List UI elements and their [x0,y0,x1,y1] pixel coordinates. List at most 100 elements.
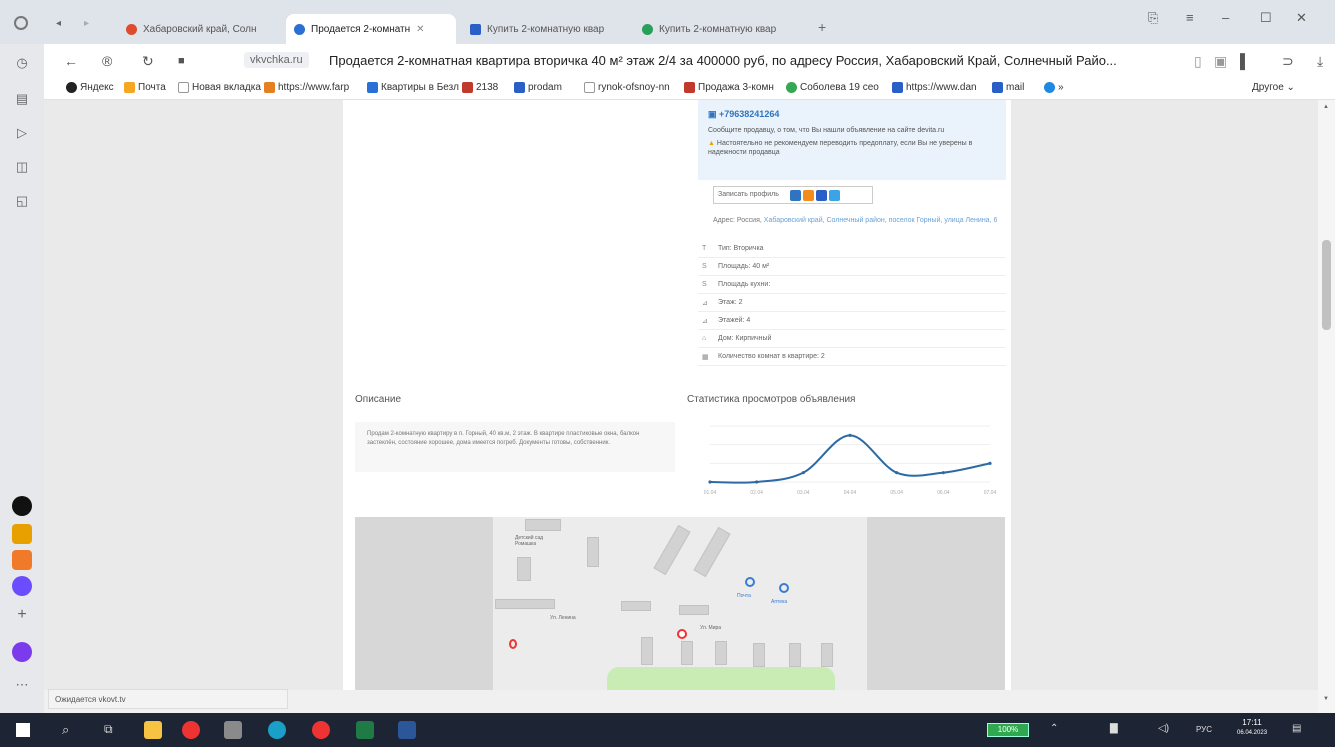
location-pin-icon[interactable] [677,629,687,639]
tab-3[interactable]: Купить 2-комнатную квар [634,14,804,44]
yandex-icon[interactable] [312,721,330,739]
edge-icon[interactable] [268,721,286,739]
ok-icon[interactable] [803,190,814,201]
poi-marker-icon[interactable] [745,577,755,587]
tab-0[interactable]: Хабаровский край, Солн [118,14,280,44]
bookmark-item[interactable]: https://www.dan [892,82,977,93]
url-page-title[interactable]: Продается 2-комнатная квартира вторичка … [329,53,1159,68]
bookmark-item[interactable]: Почта [124,82,166,93]
property-text: Дом: Кирпичный [718,335,772,342]
map-tile-gray [355,517,493,690]
app-icon[interactable] [12,550,32,570]
excel-icon[interactable] [356,721,374,739]
chart-x-tick-label: 04.04 [844,490,857,496]
bookmark-item[interactable]: Яндекс [66,82,114,93]
minimize-button[interactable]: – [1222,10,1229,25]
app-icon[interactable] [12,576,32,596]
yandex-browser-icon[interactable] [182,721,200,739]
address-link[interactable]: Хабаровский край, Солнечный район, посел… [764,217,998,224]
bookmark-item[interactable]: Квартиры в Безл [367,82,459,93]
poi-marker-icon[interactable] [509,639,517,649]
site-icon [684,82,695,93]
property-icon: S [702,281,707,288]
bookmark-item[interactable]: rynok-ofsnoy-nn [584,82,670,93]
description-text: Продам 2-комнатную квартиру в п. Горный,… [355,422,675,472]
alice-icon[interactable]: ⊃ [1282,53,1294,70]
bookmark-item[interactable]: prodam [514,82,562,93]
browser-tab-bar: ◂ ▸ Хабаровский край, Солн Продается 2-к… [0,0,1335,44]
mail-share-icon[interactable] [816,190,827,201]
system-clock[interactable]: 17:11 06.04.2023 [1237,717,1267,738]
phone-number[interactable]: ▣ +79638241264 [708,108,996,120]
download-icon[interactable]: ⤓ [1317,53,1323,70]
network-icon[interactable]: ▇ [1110,723,1118,734]
history-icon[interactable]: ◷ [13,54,31,72]
bookmark-icon[interactable]: ▌ [1240,53,1250,69]
warning-icon: ▲ [708,139,715,147]
url-domain[interactable]: vkvchka.ru [244,52,309,68]
search-icon[interactable]: ⌕ [62,722,69,738]
map-building [753,643,765,667]
bookmark-item[interactable]: https://www.farp [264,82,349,93]
app-icon[interactable] [224,721,242,739]
media-icon[interactable]: ◫ [13,158,31,176]
map-tile-gray [867,517,1005,690]
bookmarks-panel-icon[interactable]: ⎘ [1148,10,1158,26]
add-app-icon[interactable]: + [13,606,31,624]
notifications-icon[interactable]: ▤ [1292,723,1301,734]
twitter-icon[interactable] [829,190,840,201]
close-window-button[interactable]: ✕ [1296,10,1307,26]
property-row: S Площадь: 40 м² [698,258,1006,276]
app-icon[interactable] [12,496,32,516]
vk-icon[interactable] [790,190,801,201]
tab-forward-icon[interactable]: ▸ [84,18,89,29]
poi-marker-icon[interactable] [779,583,789,593]
task-view-icon[interactable]: ⧉ [104,722,113,737]
word-icon[interactable] [398,721,416,739]
share-panel: Записать профиль [713,186,873,204]
notes-icon[interactable]: ▤ [13,90,31,108]
property-row: T Тип: Вторичка [698,240,1006,258]
location-map[interactable]: Детский сад Ромашка Ул. Ленина Почта Апт… [355,517,1005,690]
bookmark-item[interactable]: Продажа 3-комн [684,82,774,93]
screenshot-icon[interactable]: ◱ [13,192,31,210]
page-scrollbar[interactable]: ▲ ▼ [1318,100,1335,713]
contact-message: Сообщите продавцу, о том, что Вы нашли о… [708,127,945,135]
reader-icon[interactable]: ▣ [1214,53,1227,70]
bookmark-item[interactable]: Новая вкладка [178,82,261,93]
play-icon[interactable]: ▷ [13,124,31,142]
tab-2[interactable]: Купить 2-комнатную квар [462,14,627,44]
tray-expand-icon[interactable]: ⌃ [1050,723,1058,734]
yandex-icon[interactable]: ® [102,53,112,69]
bookmarks-overflow-icon[interactable]: » [1044,82,1064,93]
bookmarks-other[interactable]: Другое ⌄ [1252,82,1295,93]
battery-indicator[interactable]: 100% [987,723,1029,737]
alice-icon[interactable] [12,642,32,662]
menu-icon[interactable]: ≡ [1186,10,1194,25]
maximize-button[interactable]: ☐ [1260,10,1272,26]
browser-profile-icon[interactable] [14,16,28,30]
map-building [495,599,555,609]
volume-icon[interactable]: ◁) [1158,723,1169,734]
map-label: Детский сад Ромашка [515,535,544,547]
tab-1[interactable]: Продается 2-комнатн ✕ [286,14,456,44]
bookmark-item[interactable]: Соболева 19 сео [786,82,879,93]
language-indicator[interactable]: РУС [1196,725,1212,734]
reload-icon[interactable]: ↻ [142,53,154,70]
contact-box: ▣ +79638241264 Сообщите продавцу, о том,… [698,100,1006,180]
more-icon[interactable]: ⋯ [13,676,31,694]
file-explorer-icon[interactable] [144,721,162,739]
scrollbar-thumb[interactable] [1322,240,1331,330]
scroll-down-icon[interactable]: ▼ [1323,696,1329,702]
scroll-up-icon[interactable]: ▲ [1323,104,1329,110]
bookmark-item[interactable]: 2138 [462,82,498,93]
windows-start-icon[interactable] [16,723,30,737]
extensions-icon[interactable]: ▯ [1194,53,1202,70]
new-tab-button[interactable]: + [818,19,826,35]
app-icon[interactable] [12,524,32,544]
tab-close-icon[interactable]: ✕ [416,24,424,35]
tab-back-icon[interactable]: ◂ [56,18,61,29]
bookmark-item[interactable]: mail [992,82,1024,93]
site-icon [367,82,378,93]
back-icon[interactable]: ← [64,53,78,69]
